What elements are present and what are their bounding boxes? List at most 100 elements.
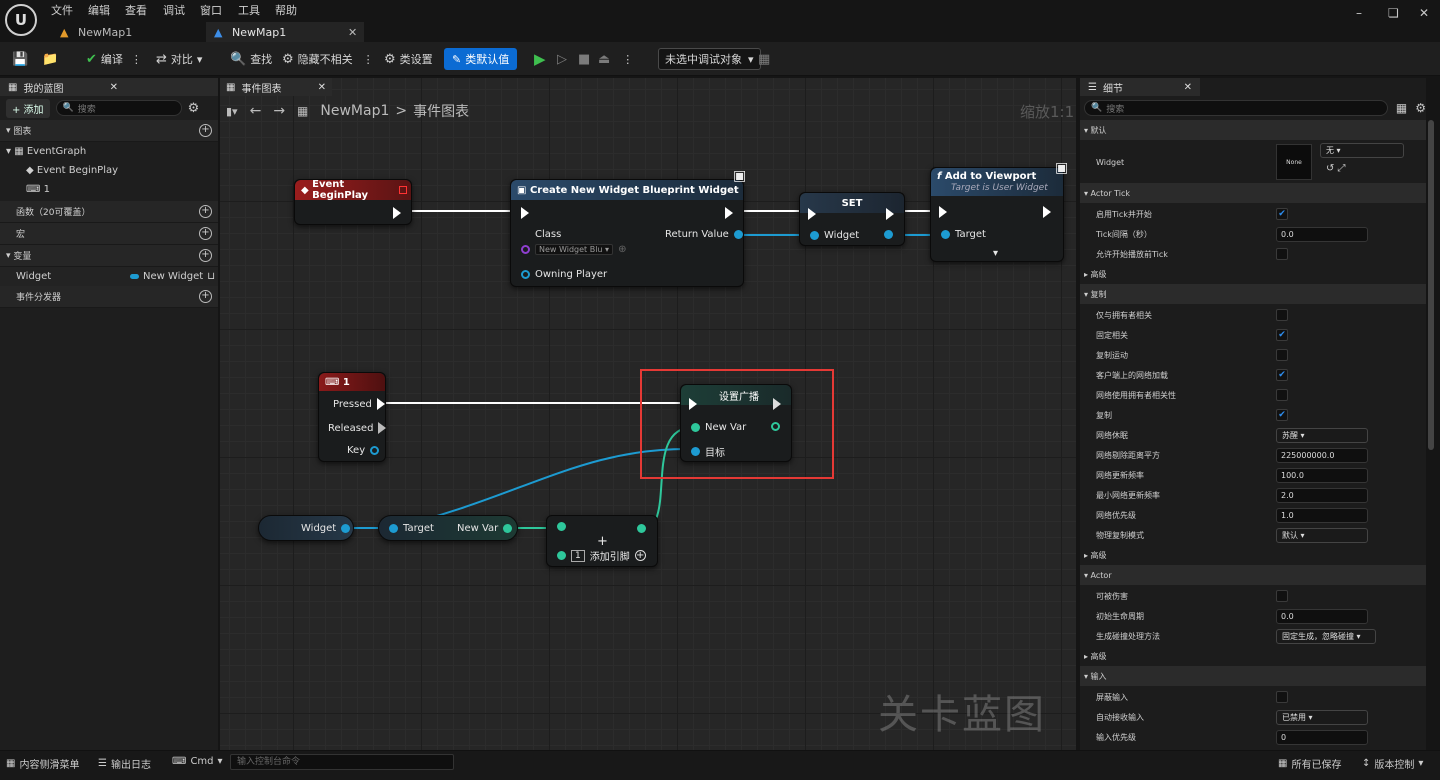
plus-icon[interactable]: + — [597, 534, 608, 549]
array-out-pin[interactable] — [637, 524, 646, 533]
close-tab-icon[interactable]: ✕ — [110, 82, 118, 93]
property-checkbox[interactable]: ✔ — [1276, 409, 1288, 421]
settings-icon[interactable]: ⚙ — [188, 101, 200, 116]
property-number-field[interactable]: 1.0 — [1276, 507, 1368, 523]
back-arrow-icon[interactable]: ← — [250, 103, 262, 119]
property-number-field[interactable]: 100.0 — [1276, 467, 1368, 483]
add-macro-icon[interactable]: + — [199, 227, 212, 240]
forward-arrow-icon[interactable]: → — [273, 103, 285, 119]
property-checkbox[interactable]: ✔ — [1276, 329, 1288, 341]
add-button[interactable]: + 添加 — [6, 98, 50, 118]
debug-target-dropdown[interactable]: 未选中调试对象 ▾ — [658, 48, 761, 70]
save-icon[interactable]: 💾 — [12, 49, 28, 69]
menu-debug[interactable]: 调试 — [163, 2, 185, 18]
property-checkbox[interactable] — [1276, 248, 1288, 260]
menu-window[interactable]: 窗口 — [200, 2, 222, 18]
details-scrollbar[interactable] — [1428, 120, 1434, 450]
add-dispatcher-icon[interactable]: + — [199, 290, 212, 303]
details-advanced[interactable]: ▸ 高级 — [1080, 264, 1426, 284]
property-number-field[interactable]: 0.0 — [1276, 226, 1368, 242]
settings-icon[interactable]: ⚙ — [1415, 101, 1426, 115]
source-control-button[interactable]: ↕ 版本控制 ▾ — [1362, 756, 1423, 771]
node-widget-getter[interactable]: Widget — [258, 515, 354, 541]
add-pin-icon[interactable]: + — [634, 550, 646, 561]
section-macros[interactable]: 宏 + — [0, 223, 218, 245]
node-create-widget[interactable]: ▣ Create New Widget Blueprint Widget Cla… — [510, 168, 746, 287]
output-log-button[interactable]: ☰ 输出日志 — [98, 756, 151, 771]
property-dropdown[interactable]: 已禁用 ▾ — [1276, 709, 1368, 725]
debug-filter-icon[interactable]: ▦ — [758, 49, 770, 69]
target-pin[interactable] — [941, 230, 950, 239]
event-graph-tab[interactable]: ▦ 事件图表 ✕ — [220, 78, 332, 96]
class-pin[interactable] — [521, 245, 530, 254]
class-settings-button[interactable]: ⚙ 类设置 — [384, 49, 433, 69]
pressed-exec-pin[interactable] — [376, 398, 385, 410]
minimize-icon[interactable]: – — [1356, 6, 1362, 20]
close-tab-icon[interactable]: ✕ — [318, 82, 326, 93]
menu-tools[interactable]: 工具 — [238, 2, 260, 18]
details-search-input[interactable]: 🔍 搜索 — [1084, 100, 1388, 116]
browse-asset-icon[interactable]: ⊕ — [618, 244, 626, 255]
section-dispatchers[interactable]: 事件分发器 + — [0, 286, 218, 308]
add-function-icon[interactable]: + — [199, 205, 212, 218]
class-defaults-button[interactable]: ✎ 类默认值 — [444, 48, 518, 70]
node-event-beginplay[interactable]: ◆ Event BeginPlay — [294, 179, 412, 225]
tree-event-graph[interactable]: ▾ ▦ EventGraph — [0, 142, 218, 161]
table-view-icon[interactable]: ▦ — [1396, 101, 1407, 115]
property-checkbox[interactable] — [1276, 349, 1288, 361]
property-number-field[interactable]: 2.0 — [1276, 487, 1368, 503]
exec-in-pin[interactable] — [939, 206, 947, 218]
property-number-field[interactable]: 225000000.0 — [1276, 447, 1368, 463]
exec-out-pin[interactable] — [393, 207, 401, 219]
released-exec-pin[interactable] — [378, 422, 387, 434]
asset-picker-dropdown[interactable]: 无 ▾ — [1320, 143, 1404, 158]
stop-button[interactable]: ■ — [578, 49, 590, 69]
property-checkbox[interactable]: ✔ — [1276, 369, 1288, 381]
variable-widget[interactable]: Widget New Widget ⊔ — [0, 267, 218, 286]
play-button[interactable]: ▶ — [534, 49, 546, 69]
menu-file[interactable]: 文件 — [51, 2, 73, 18]
property-dropdown[interactable]: 默认 ▾ — [1276, 527, 1368, 543]
tree-event-beginplay[interactable]: ◆ Event BeginPlay — [0, 161, 218, 180]
widget-out-pin[interactable] — [341, 524, 351, 533]
unreal-logo-icon[interactable]: U — [5, 4, 37, 36]
details-category[interactable]: ▾ 默认 — [1080, 120, 1426, 140]
maximize-icon[interactable]: ❏ — [1388, 6, 1399, 20]
close-window-icon[interactable]: ✕ — [1419, 6, 1429, 20]
property-dropdown[interactable]: 固定生成，忽略碰撞 ▾ — [1276, 628, 1376, 644]
property-checkbox[interactable] — [1276, 691, 1288, 703]
tree-key-one[interactable]: ⌨ 1 — [0, 180, 218, 199]
section-graphs[interactable]: ▾ 图表 + — [0, 120, 218, 142]
exec-out-pin[interactable] — [1043, 206, 1051, 218]
search-input[interactable]: 🔍 搜索 — [55, 100, 182, 116]
details-tab[interactable]: ☰ 细节 ✕ — [1080, 78, 1200, 96]
reset-browse-icon[interactable]: ↺ ⤢ — [1326, 163, 1346, 174]
node-add-to-viewport[interactable]: f Add to Viewport Target is User Widget T… — [930, 160, 1068, 262]
add-graph-icon[interactable]: + — [199, 124, 212, 137]
exec-out-pin[interactable] — [886, 208, 894, 220]
find-button[interactable]: 🔍 查找 — [230, 49, 272, 69]
menu-help[interactable]: 帮助 — [275, 2, 297, 18]
array-in-pin[interactable] — [557, 522, 566, 531]
diff-button[interactable]: ⇄ 对比 ▾ — [156, 49, 202, 69]
expand-chevron-icon[interactable]: ▾ — [993, 248, 998, 259]
hide-unrelated-button[interactable]: ⚙ 隐藏不相关 ⋮ — [282, 49, 374, 69]
exec-in-pin[interactable] — [808, 208, 816, 220]
property-checkbox[interactable] — [1276, 389, 1288, 401]
property-checkbox[interactable] — [1276, 590, 1288, 602]
exec-in-pin[interactable] — [521, 207, 529, 219]
details-category[interactable]: ▾ Actor — [1080, 565, 1426, 585]
my-blueprint-tab[interactable]: ▦ 我的蓝图 ✕ — [0, 78, 218, 96]
cmd-dropdown[interactable]: ⌨ Cmd ▾ — [172, 756, 223, 767]
details-advanced[interactable]: ▸ 高级 — [1080, 545, 1426, 565]
node-get-new-var[interactable]: Target New Var — [378, 515, 518, 541]
property-checkbox[interactable]: ✔ — [1276, 208, 1288, 220]
console-input[interactable]: 输入控制台命令 — [230, 754, 454, 770]
key-pin[interactable] — [370, 446, 380, 455]
compile-button[interactable]: ✔ 编译 ⋮ — [86, 49, 142, 69]
tab-level-map[interactable]: ▲ NewMap1 — [52, 22, 202, 42]
class-dropdown[interactable]: New Widget Blu ▾ — [535, 244, 614, 255]
node-make-array[interactable]: + 1 添加引脚 + — [546, 515, 658, 567]
event-graph-canvas[interactable]: ◆ Event BeginPlay ▣ Create New Widget Bl… — [220, 78, 1076, 750]
owning-player-pin[interactable] — [521, 270, 530, 279]
